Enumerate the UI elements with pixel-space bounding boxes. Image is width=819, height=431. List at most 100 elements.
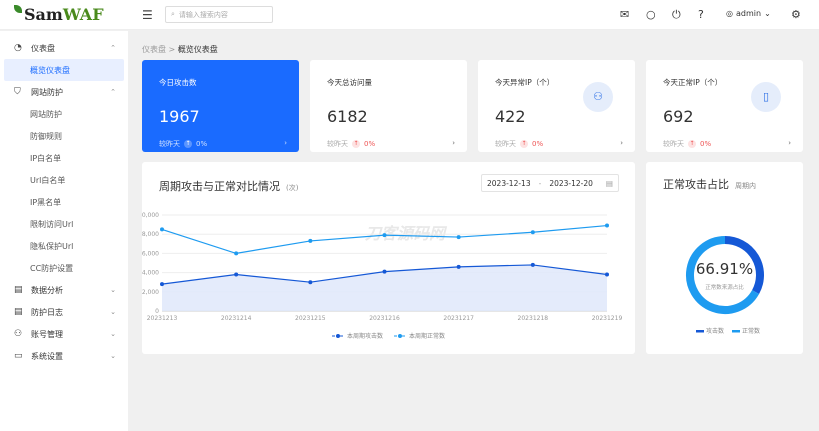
- sidebar-item-label: 数据分析: [31, 285, 63, 295]
- breadcrumb-parent[interactable]: 仪表盘: [142, 45, 166, 54]
- x-tick-label: 20231213: [147, 315, 178, 322]
- sidebar-subitem-label: IP黑名单: [30, 197, 62, 207]
- sidebar-subitem[interactable]: Url白名单: [0, 169, 128, 191]
- arrow-up-icon: ↑: [352, 140, 360, 148]
- data-point: [308, 280, 313, 285]
- ratio-donut-chart: 攻击数 正常数: [686, 236, 764, 335]
- sidebar-item-5[interactable]: ▭ 系统设置 ⌄: [0, 345, 128, 367]
- data-point: [530, 262, 535, 267]
- stat-value: 692: [663, 107, 694, 126]
- sidebar-item-label: 账号管理: [31, 329, 63, 339]
- x-tick-label: 20231217: [443, 315, 474, 322]
- users-icon: ⚇: [583, 82, 613, 112]
- x-tick-label: 20231219: [592, 315, 623, 322]
- date-end[interactable]: 2023-12-20: [549, 179, 593, 188]
- sidebar-item-3[interactable]: ▤ 防护日志 ⌄: [0, 301, 128, 323]
- sidebar-item-1[interactable]: ⛉ 网站防护 ⌃: [0, 81, 128, 103]
- legend-label[interactable]: 本周期正常数: [409, 332, 445, 340]
- sidebar-subitem-label: 网站防护: [30, 109, 62, 119]
- arrow-up-icon: ↑: [184, 140, 192, 148]
- sidebar-subitem-label: 防御规则: [30, 131, 62, 141]
- search-icon: ⌕: [171, 10, 175, 18]
- sidebar-item-0[interactable]: ◔ 仪表盘 ⌃: [0, 37, 128, 59]
- sidebar-subitem[interactable]: IP白名单: [0, 147, 128, 169]
- sidebar-item-label: 系统设置: [31, 351, 63, 361]
- stat-card[interactable]: 今天异常IP（个） 422 ⚇ 较昨天 ↑ 0% ›: [478, 60, 635, 152]
- data-point: [234, 272, 239, 277]
- sidebar: ◔ 仪表盘 ⌃ 概览仪表盘 ⛉ 网站防护 ⌃ 网站防护 防御规则 IP白名单 Url白名单 IP黑名单…: [0, 31, 128, 431]
- series-line: [161, 224, 608, 255]
- stat-card[interactable]: 今天正常IP（个） 692 ▯ 较昨天 ↑ 0% ›: [646, 60, 803, 152]
- help-icon[interactable]: ?: [698, 8, 704, 21]
- logo: SamWAF: [14, 5, 104, 24]
- legend-label[interactable]: 攻击数: [706, 327, 724, 335]
- sidebar-subitem[interactable]: 网站防护: [0, 103, 128, 125]
- data-point: [308, 238, 313, 243]
- date-range-picker[interactable]: 2023-12-13-2023-12-20 ▤: [481, 174, 619, 192]
- stat-title: 今天正常IP（个）: [663, 78, 723, 87]
- sidebar-item-label: 仪表盘: [31, 43, 55, 53]
- stat-value: 6182: [327, 107, 368, 126]
- settings-icon[interactable]: ⚙: [791, 8, 801, 21]
- log-icon: ▤: [14, 307, 23, 317]
- trend-title: 周期攻击与正常对比情况 (次): [159, 180, 299, 193]
- stat-compare-label: 较昨天: [327, 140, 348, 148]
- chevron-right-icon[interactable]: ›: [452, 139, 455, 147]
- users-icon: ⚇: [14, 329, 23, 339]
- sidebar-subitem[interactable]: 防御规则: [0, 125, 128, 147]
- data-point: [530, 230, 535, 235]
- calendar-icon: ▤: [605, 178, 613, 188]
- legend-swatch: [732, 330, 740, 333]
- theme-circle-icon[interactable]: ○: [646, 8, 656, 21]
- legend-label[interactable]: 正常数: [742, 327, 760, 335]
- search-input[interactable]: ⌕ 请输入搜索内容: [165, 6, 273, 23]
- chevron-right-icon[interactable]: ›: [788, 139, 791, 147]
- chevron-down-icon: ⌄: [110, 286, 116, 294]
- sidebar-subitem[interactable]: 隐私保护Url: [0, 235, 128, 257]
- data-point: [605, 272, 609, 277]
- stat-value: 422: [495, 107, 526, 126]
- legend-marker: [336, 334, 340, 338]
- sidebar-item-4[interactable]: ⚇ 账号管理 ⌄: [0, 323, 128, 345]
- date-start[interactable]: 2023-12-13: [487, 179, 531, 188]
- menu-toggle-icon[interactable]: ☰: [142, 8, 153, 22]
- legend-marker: [398, 334, 402, 338]
- data-point: [605, 223, 609, 228]
- gauge-icon: ◔: [14, 43, 22, 53]
- sidebar-subitem-label: 概览仪表盘: [30, 65, 70, 75]
- legend-label[interactable]: 本周期攻击数: [347, 332, 383, 340]
- sidebar-item-label: 网站防护: [31, 87, 63, 97]
- sidebar-subitem-label: Url白名单: [30, 175, 66, 185]
- ratio-card: 正常攻击占比 周期内 攻击数 正常数 66.91% 正常数来源占比: [646, 162, 803, 354]
- stat-change: 0%: [700, 140, 712, 148]
- chevron-right-icon[interactable]: ›: [284, 139, 287, 147]
- x-tick-label: 20231214: [221, 315, 252, 322]
- sidebar-subitem-label: IP白名单: [30, 153, 62, 163]
- arrow-up-icon: ↑: [688, 140, 696, 148]
- chevron-right-icon[interactable]: ›: [620, 139, 623, 147]
- power-icon[interactable]: ⏻: [672, 8, 681, 22]
- legend-swatch: [696, 330, 704, 333]
- table-icon: ▤: [14, 285, 23, 295]
- sidebar-subitem[interactable]: 限制访问Url: [0, 213, 128, 235]
- chevron-down-icon: ⌄: [110, 330, 116, 338]
- breadcrumb-current: 概览仪表盘: [177, 45, 218, 54]
- sidebar-subitem-label: CC防护设置: [30, 263, 74, 273]
- sidebar-subitem[interactable]: IP黑名单: [0, 191, 128, 213]
- data-point: [456, 235, 461, 240]
- stat-card[interactable]: 今日攻击数 1967 较昨天 ↑ 0% ›: [142, 60, 299, 152]
- breadcrumb: 仪表盘 > 概览仪表盘: [142, 45, 218, 54]
- sidebar-item-2[interactable]: ▤ 数据分析 ⌄: [0, 279, 128, 301]
- ratio-center-label: 正常数来源占比: [705, 285, 744, 291]
- stat-card[interactable]: 今天总访问量 6182 较昨天 ↑ 0% ›: [310, 60, 467, 152]
- user-menu[interactable]: ◎ admin ⌄: [726, 9, 771, 18]
- mail-icon[interactable]: ✉: [620, 8, 629, 21]
- chevron-up-icon: ⌃: [110, 88, 116, 96]
- sidebar-subitem[interactable]: 概览仪表盘: [4, 59, 124, 81]
- y-tick-label: 4,000: [142, 270, 159, 277]
- stat-title: 今日攻击数: [159, 78, 197, 87]
- data-point: [382, 269, 387, 274]
- chevron-down-icon: ⌄: [764, 9, 771, 18]
- y-tick-label: 10,000: [142, 212, 159, 219]
- sidebar-subitem[interactable]: CC防护设置: [0, 257, 128, 279]
